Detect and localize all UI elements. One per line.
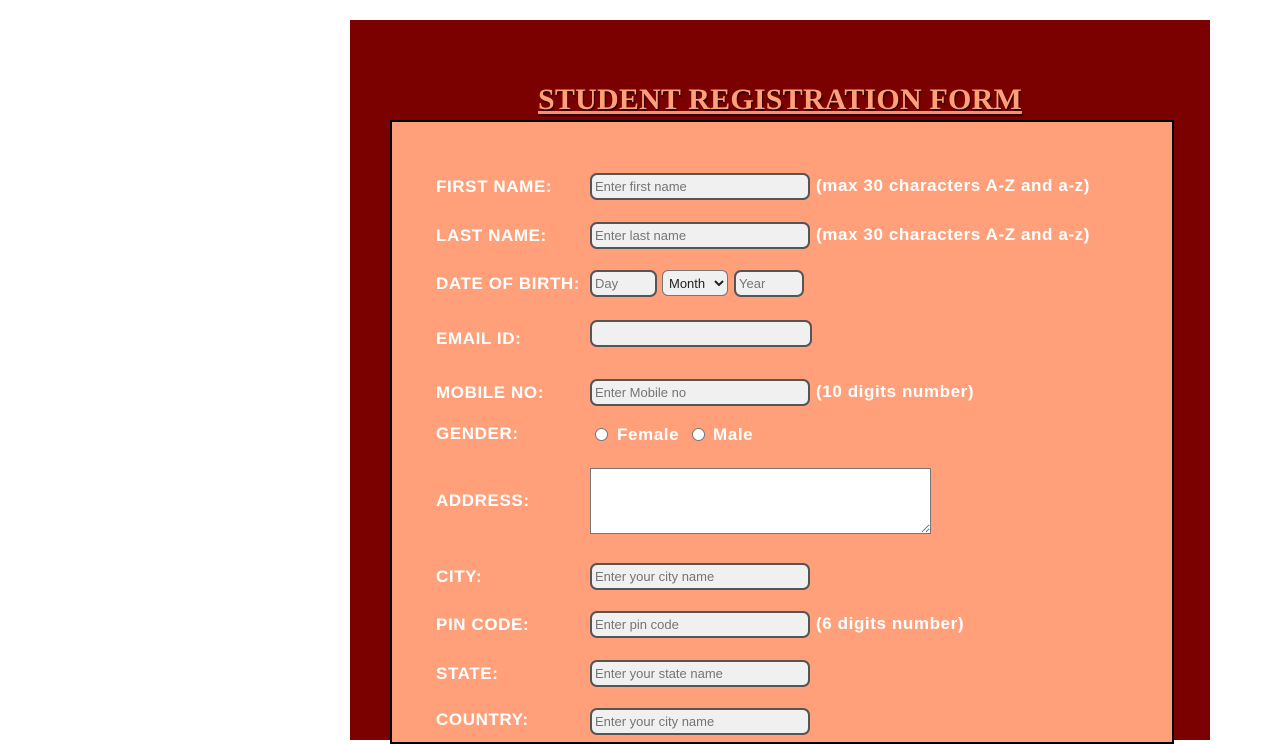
gender-female-label: Female <box>617 425 680 444</box>
dob-year-input[interactable] <box>734 270 804 297</box>
dob-day-input[interactable] <box>590 270 657 297</box>
city-label: CITY: <box>436 567 483 586</box>
email-input[interactable] <box>590 320 812 347</box>
pin-code-hint: (6 digits number) <box>816 614 965 633</box>
pin-code-input[interactable] <box>590 611 810 638</box>
last-name-label: LAST NAME: <box>436 226 547 245</box>
page-title: STUDENT REGISTRATION FORM <box>350 80 1210 120</box>
gender-male-label: Male <box>713 425 754 444</box>
dob-label: DATE OF BIRTH: <box>436 274 581 293</box>
first-name-hint: (max 30 characters A-Z and a-z) <box>816 176 1091 195</box>
state-input[interactable] <box>590 660 810 687</box>
last-name-input[interactable] <box>590 222 810 249</box>
gender-female-radio[interactable] <box>595 428 608 441</box>
country-input[interactable] <box>590 708 810 735</box>
mobile-input[interactable] <box>590 379 810 406</box>
mobile-hint: (10 digits number) <box>816 382 975 401</box>
gender-male-radio[interactable] <box>692 428 705 441</box>
pin-code-label: PIN CODE: <box>436 615 530 634</box>
first-name-label: FIRST NAME: <box>436 177 553 196</box>
address-label: ADDRESS: <box>436 491 530 510</box>
page-title-text: STUDENT REGISTRATION FORM <box>538 83 1022 116</box>
mobile-label: MOBILE NO: <box>436 383 544 402</box>
address-textarea[interactable] <box>590 468 931 534</box>
gender-label: GENDER: <box>436 424 519 443</box>
first-name-input[interactable] <box>590 173 810 200</box>
country-label: COUNTRY: <box>436 710 529 729</box>
city-input[interactable] <box>590 563 810 590</box>
last-name-hint: (max 30 characters A-Z and a-z) <box>816 225 1091 244</box>
email-label: EMAIL ID: <box>436 329 522 348</box>
dob-month-select[interactable]: Month <box>662 270 728 296</box>
state-label: STATE: <box>436 664 499 683</box>
